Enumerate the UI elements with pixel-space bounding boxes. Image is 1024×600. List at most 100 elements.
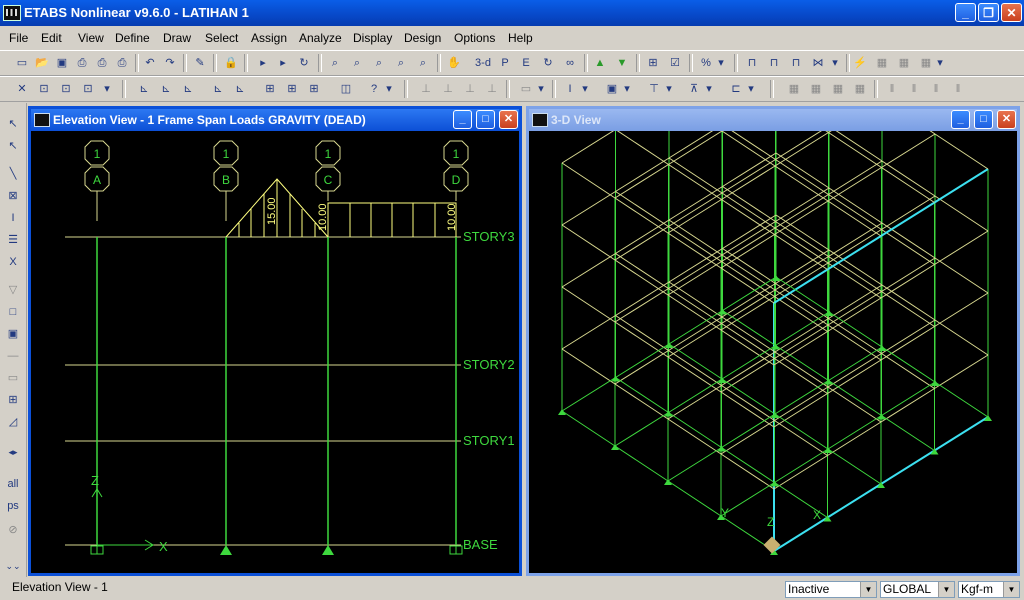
- zoom-window-icon[interactable]: ⌕: [327, 55, 343, 71]
- 3d-beam-x[interactable]: [880, 201, 936, 237]
- 3d-beam-y[interactable]: [722, 186, 776, 222]
- 3d-base-line[interactable]: [615, 377, 669, 413]
- menu-view[interactable]: View: [78, 31, 104, 45]
- 3d-beam-x[interactable]: [668, 131, 723, 165]
- 3d-beam-y[interactable]: [561, 348, 616, 385]
- 3d-beam-x[interactable]: [773, 393, 828, 428]
- design-steel-icon[interactable]: ◫: [338, 81, 354, 97]
- 3d-beam-x[interactable]: [828, 160, 883, 195]
- frame-releases-icon[interactable]: ⊓: [788, 55, 804, 71]
- brace-icon[interactable]: ⊓: [766, 55, 782, 71]
- new-model-icon[interactable]: ▭: [14, 55, 30, 71]
- draw-walls-icon[interactable]: ▭: [4, 369, 22, 387]
- 3d-beam-x[interactable]: [667, 199, 722, 234]
- show-member-forces-icon[interactable]: ⊾: [232, 81, 248, 97]
- 3d-beam-x[interactable]: [721, 289, 776, 324]
- 3d-beam-y[interactable]: [827, 262, 882, 299]
- restraint-icon[interactable]: ✕: [14, 81, 30, 97]
- 3d-base-line[interactable]: [668, 343, 723, 380]
- print-graphics-icon[interactable]: ⎙: [114, 55, 130, 71]
- 3d-beam-x[interactable]: [774, 194, 829, 229]
- 3d-support[interactable]: [664, 479, 672, 485]
- 3d-beam-x[interactable]: [827, 359, 882, 394]
- frame-icon[interactable]: ⊓: [744, 55, 760, 71]
- show-deformed-icon[interactable]: ⊾: [180, 81, 196, 97]
- 3d-beam-x[interactable]: [561, 131, 616, 164]
- 3d-beam-x[interactable]: [828, 284, 883, 319]
- 3d-beam-y[interactable]: [775, 152, 830, 189]
- 3d-beam-y[interactable]: [774, 234, 828, 270]
- 3d-support[interactable]: [824, 378, 833, 385]
- 3d-beam-x[interactable]: [614, 164, 669, 199]
- 3d-beam-x[interactable]: [722, 214, 777, 249]
- chevron-down-icon[interactable]: ▾: [830, 55, 840, 71]
- 3d-beam-y[interactable]: [615, 191, 669, 227]
- 3d-base-line[interactable]: [881, 415, 935, 451]
- 3d-beam-x[interactable]: [880, 326, 935, 361]
- draw-area-icon[interactable]: ▭: [518, 81, 534, 97]
- 3d-support[interactable]: [770, 480, 779, 487]
- 3d-beam-y[interactable]: [721, 316, 776, 353]
- 3d-beam-x[interactable]: [721, 159, 776, 194]
- 3d-base-line[interactable]: [775, 311, 830, 346]
- 3d-beam-y[interactable]: [614, 259, 669, 296]
- 3d-beam-x[interactable]: [668, 316, 723, 351]
- 3d-beam-x[interactable]: [721, 221, 776, 256]
- minimize-button[interactable]: _: [951, 110, 970, 129]
- chevron-down-icon[interactable]: ▾: [716, 55, 726, 71]
- pencil-icon[interactable]: ✎: [192, 55, 208, 71]
- 3d-beam-y[interactable]: [881, 160, 936, 197]
- 3d-base-line[interactable]: [721, 447, 775, 483]
- 3d-view-window[interactable]: 3-D View _ □ ✕ Z X Y: [526, 106, 1020, 576]
- draw-column-icon[interactable]: ⊥: [462, 81, 478, 97]
- draw-brace-icon[interactable]: ⊥: [484, 81, 500, 97]
- draw-line-icon[interactable]: ⊥: [418, 81, 434, 97]
- 3d-base-line[interactable]: [774, 380, 829, 415]
- draw-frame-icon[interactable]: ⊠: [4, 187, 22, 205]
- 3d-base-line[interactable]: [827, 448, 882, 485]
- 3d-beam-y[interactable]: [668, 281, 723, 318]
- 3d-beam-x[interactable]: [615, 281, 670, 316]
- menu-draw[interactable]: Draw: [163, 31, 191, 45]
- 3d-beam-x[interactable]: [615, 157, 670, 192]
- draw-rect-area-icon[interactable]: ▣: [4, 325, 22, 343]
- 3d-beam-x[interactable]: [827, 291, 882, 326]
- 3d-beam-x[interactable]: [775, 249, 830, 284]
- 3d-beam-x[interactable]: [667, 323, 722, 358]
- restore-button[interactable]: ❐: [978, 3, 999, 22]
- 3d-beam-x[interactable]: [880, 388, 935, 423]
- 3d-beam-y[interactable]: [827, 324, 882, 361]
- units-select[interactable]: Kgf-m ▼: [958, 581, 1020, 598]
- menu-assign[interactable]: Assign: [251, 31, 287, 45]
- 3d-beam-x[interactable]: [881, 195, 936, 230]
- 3d-beam-y[interactable]: [720, 391, 775, 428]
- 3d-base-line[interactable]: [773, 516, 829, 552]
- draw-link-icon[interactable]: ▽: [4, 281, 22, 299]
- 3d-beam-x[interactable]: [668, 186, 723, 221]
- draw-line-object-icon[interactable]: ╲: [4, 165, 22, 183]
- 3d-beam-y[interactable]: [881, 353, 935, 389]
- show-undeformed-icon[interactable]: ⊾: [136, 81, 152, 97]
- 3d-support[interactable]: [611, 375, 620, 382]
- link-section-icon[interactable]: ⊤: [646, 81, 662, 97]
- move-down-icon[interactable]: ▼: [614, 55, 630, 71]
- 3d-beam-y[interactable]: [774, 165, 829, 202]
- chevron-down-icon[interactable]: ▾: [622, 81, 632, 97]
- 3d-beam-y[interactable]: [668, 164, 722, 200]
- bars-icon-3[interactable]: ‖: [950, 81, 966, 97]
- shell-section-icon[interactable]: ▣: [604, 81, 620, 97]
- design-icon-2[interactable]: ▦: [896, 55, 912, 71]
- chevron-down-icon[interactable]: ▼: [938, 582, 954, 597]
- bars-icon-2[interactable]: ‖: [928, 81, 944, 97]
- chevron-down-icon[interactable]: ▾: [935, 55, 945, 71]
- 3d-beam-y[interactable]: [828, 187, 883, 224]
- 3d-beam-y[interactable]: [881, 284, 936, 321]
- plan-view-icon[interactable]: P: [497, 55, 513, 71]
- grid-bubble-b[interactable]: 1 B: [213, 140, 239, 192]
- 3d-beam-x[interactable]: [933, 168, 989, 204]
- 3d-support[interactable]: [718, 377, 726, 383]
- 3d-base-line[interactable]: [934, 381, 989, 418]
- pointer-icon[interactable]: ↖: [4, 115, 22, 133]
- 3d-base-line[interactable]: [828, 380, 882, 416]
- 3d-beam-y[interactable]: [615, 253, 669, 289]
